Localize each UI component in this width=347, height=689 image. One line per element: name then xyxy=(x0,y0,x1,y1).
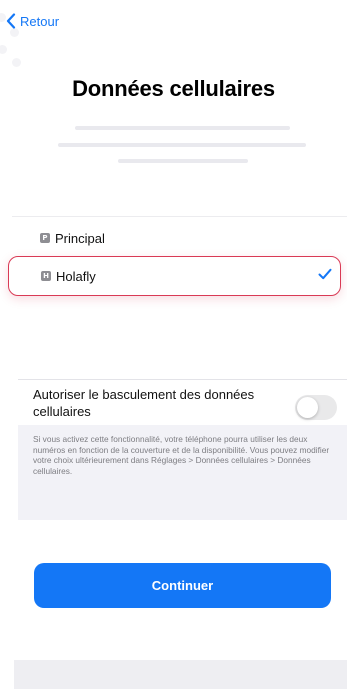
divider xyxy=(18,379,347,380)
checkmark-icon xyxy=(318,267,332,285)
placeholder-text-line xyxy=(118,159,248,163)
toggle-knob xyxy=(297,397,318,418)
continue-button[interactable]: Continuer xyxy=(34,563,331,608)
data-switching-toggle[interactable] xyxy=(295,395,337,420)
sim-option-principal[interactable]: P Principal xyxy=(0,219,347,257)
sim-badge-icon: H xyxy=(41,271,51,281)
data-switching-label: Autoriser le basculement des données cel… xyxy=(33,387,255,419)
divider xyxy=(12,216,347,217)
bottom-bar xyxy=(14,660,347,689)
back-button-label: Retour xyxy=(20,13,60,29)
sim-option-holafly[interactable]: H Holafly xyxy=(8,256,341,296)
sim-option-label: Holafly xyxy=(56,268,96,284)
sim-badge-icon: P xyxy=(40,233,50,243)
chevron-left-icon xyxy=(6,13,16,29)
placeholder-text-line xyxy=(58,143,306,147)
placeholder-text-line xyxy=(75,126,290,130)
data-switching-footnote: Si vous activez cette fonctionnalité, vo… xyxy=(33,434,330,476)
sim-option-label: Principal xyxy=(55,230,105,246)
page-title: Données cellulaires xyxy=(72,76,275,101)
back-button[interactable]: Retour xyxy=(6,10,59,32)
